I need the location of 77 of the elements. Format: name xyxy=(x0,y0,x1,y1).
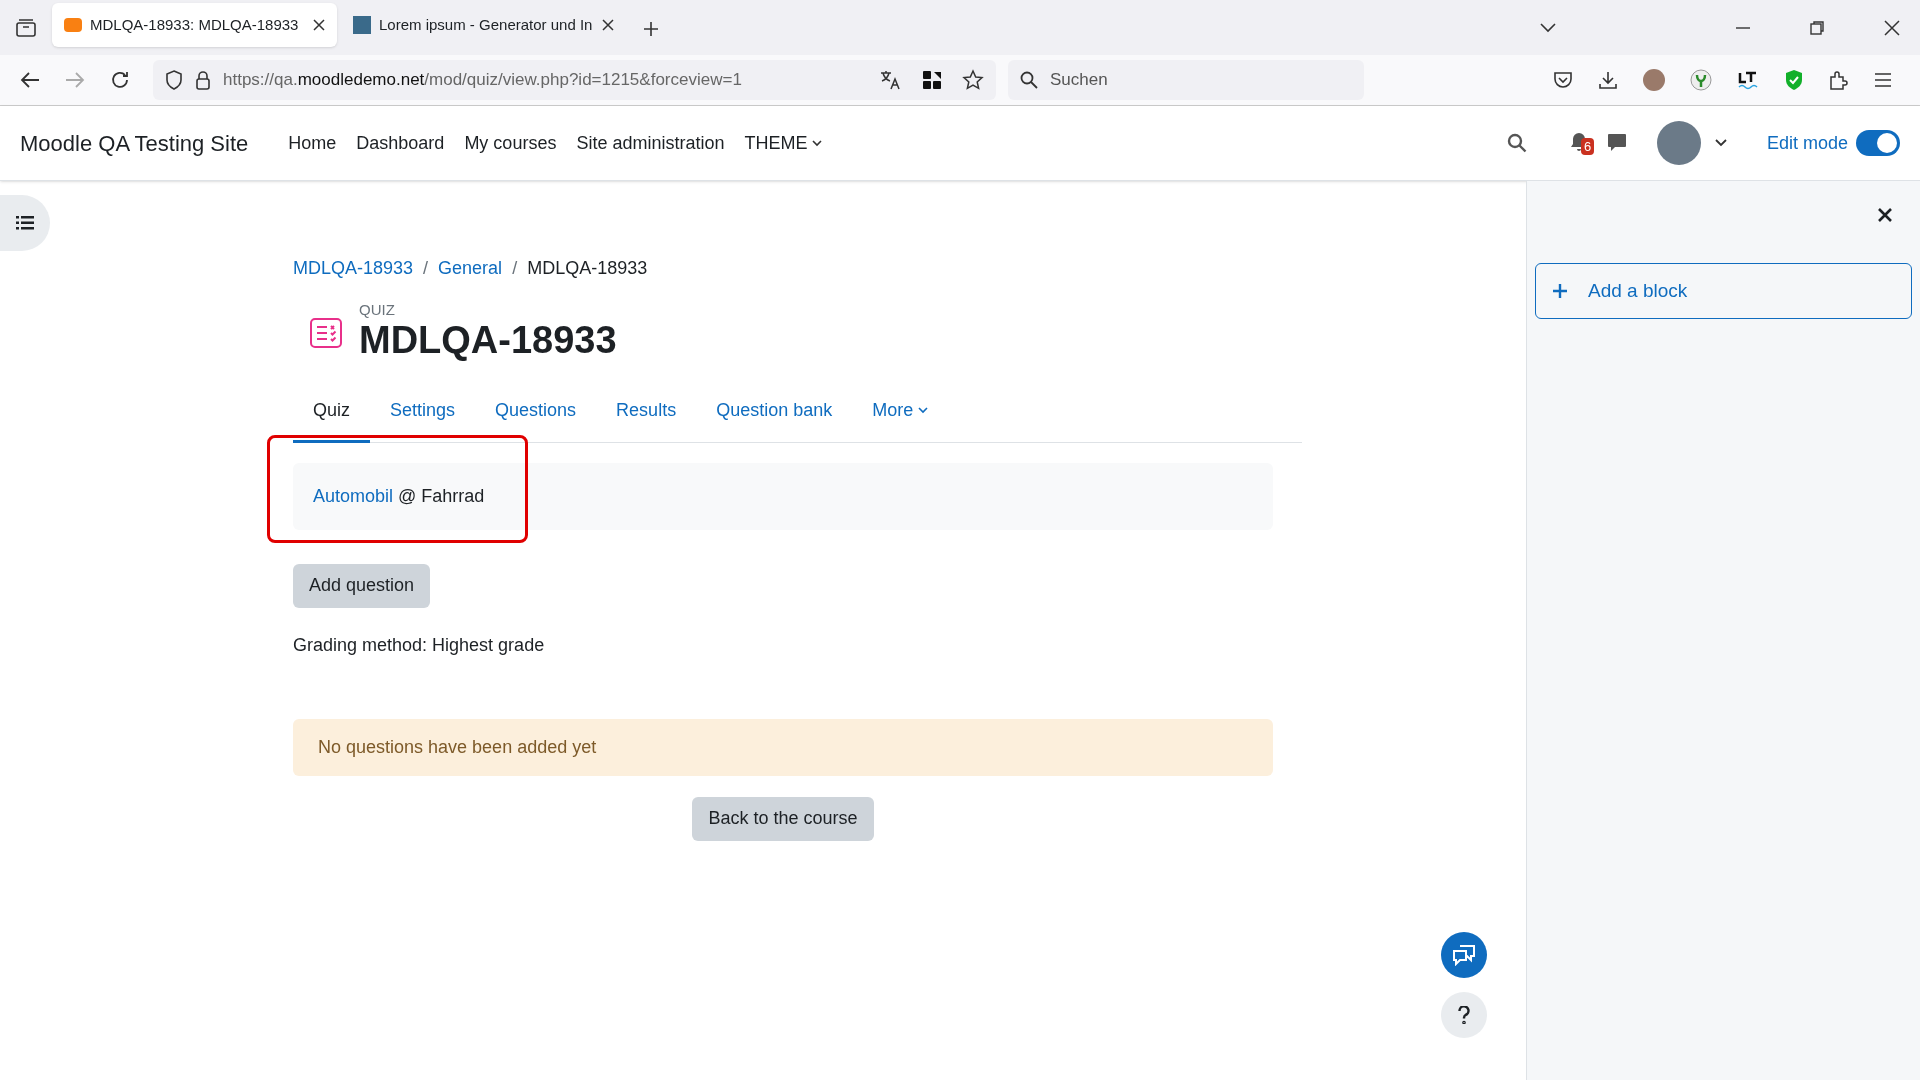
tab-title: Lorem ipsum - Generator und In xyxy=(379,14,594,35)
close-icon[interactable] xyxy=(1878,208,1892,222)
grading-method-text: Grading method: Highest grade xyxy=(293,633,546,657)
alert-text: No questions have been added yet xyxy=(318,735,597,759)
browser-tab[interactable]: MDLQA-18933: MDLQA-18933 xyxy=(52,3,337,47)
close-icon[interactable] xyxy=(602,19,614,31)
reload-icon[interactable] xyxy=(110,70,130,90)
nav-tab[interactable]: Settings xyxy=(370,384,476,443)
activity-type-label: QUIZ xyxy=(359,302,396,317)
plus-icon xyxy=(1552,283,1568,299)
back-to-course-button[interactable]: Back to the course xyxy=(692,796,874,841)
nav-tab[interactable]: Quiz xyxy=(293,384,370,443)
chevron-down-icon[interactable] xyxy=(1540,22,1556,33)
nav-tab[interactable]: Results xyxy=(596,384,697,443)
help-button[interactable] xyxy=(1441,992,1487,1038)
nav-tab[interactable]: Question bank xyxy=(696,384,853,443)
chat-bubble-icon[interactable] xyxy=(1606,133,1627,153)
puzzle-icon[interactable] xyxy=(1829,69,1849,91)
star-icon[interactable] xyxy=(962,69,984,91)
favicon-icon xyxy=(353,16,371,34)
pocket-icon[interactable] xyxy=(1553,70,1573,90)
current-page-label: MDLQA-18933 xyxy=(527,257,648,280)
breadcrumb-link[interactable]: MDLQA-18933 xyxy=(293,255,414,282)
nav-link[interactable]: My courses xyxy=(464,129,557,157)
category-path: Automobil @ Fahrrad xyxy=(313,484,485,508)
lock-icon xyxy=(195,70,211,90)
restore-icon[interactable] xyxy=(1810,20,1824,35)
nav-link[interactable]: THEME xyxy=(744,129,823,157)
search-icon[interactable] xyxy=(1506,133,1527,153)
chevron-down-icon[interactable] xyxy=(1714,139,1727,147)
search-icon xyxy=(1020,71,1038,89)
nav-link[interactable]: Dashboard xyxy=(356,129,445,157)
back-arrow-icon[interactable] xyxy=(20,71,40,89)
breadcrumb-separator: / xyxy=(423,257,429,280)
browser-tab[interactable]: Lorem ipsum - Generator und In xyxy=(341,3,626,47)
tab-list-icon[interactable] xyxy=(15,17,37,38)
edit-mode-toggle[interactable] xyxy=(1856,130,1900,156)
url-bar[interactable]: https://qa.moodledemo.net/mod/quiz/view.php?id=1215&forceview=1 xyxy=(153,60,996,100)
nav-link[interactable]: Site administration xyxy=(576,129,725,157)
add-question-button[interactable]: Add question xyxy=(293,563,431,608)
shield-check-icon[interactable] xyxy=(1784,69,1804,91)
profile-avatar[interactable] xyxy=(1643,69,1665,91)
translate-icon[interactable] xyxy=(880,70,902,90)
nav-tab[interactable]: More xyxy=(852,384,949,443)
chevron-down-icon xyxy=(918,406,929,414)
breadcrumb-separator: / xyxy=(512,257,518,280)
add-block-button[interactable]: Add a block xyxy=(1535,263,1912,319)
page-title: MDLQA-18933 xyxy=(359,318,617,363)
chat-icon xyxy=(1451,944,1477,966)
nav-link[interactable]: Home xyxy=(288,129,337,157)
chevron-down-icon xyxy=(812,139,823,147)
search-field[interactable]: Suchen xyxy=(1008,60,1364,100)
close-icon[interactable] xyxy=(1884,19,1900,36)
favicon-icon xyxy=(64,18,82,32)
question-mark-icon xyxy=(1458,1006,1470,1024)
list-icon xyxy=(16,215,34,231)
close-icon[interactable] xyxy=(313,19,325,31)
course-index-toggle[interactable] xyxy=(0,195,50,251)
shield-icon xyxy=(165,70,183,90)
notification-count: 6 xyxy=(1580,138,1595,155)
user-avatar[interactable] xyxy=(1656,121,1701,165)
nav-tab[interactable]: Questions xyxy=(475,384,597,443)
edit-mode-label: Edit mode xyxy=(1766,131,1848,155)
url-text: https://qa.moodledemo.net/mod/quiz/view.php?id=1215&forceview=1 xyxy=(223,69,742,92)
menu-icon[interactable] xyxy=(1874,72,1892,88)
grid-icon[interactable] xyxy=(922,70,942,90)
extension-icon[interactable] xyxy=(1690,69,1712,91)
minimize-icon[interactable] xyxy=(1736,26,1750,29)
site-name[interactable]: Moodle QA Testing Site xyxy=(20,126,249,160)
breadcrumb-link[interactable]: General xyxy=(438,255,503,282)
download-icon[interactable] xyxy=(1598,70,1618,90)
chat-button[interactable] xyxy=(1441,932,1487,978)
language-tool-icon[interactable] xyxy=(1737,69,1759,91)
new-tab-icon[interactable] xyxy=(642,20,660,38)
category-link[interactable]: Automobil xyxy=(313,485,394,506)
tab-title: MDLQA-18933: MDLQA-18933 xyxy=(90,14,300,35)
quiz-icon xyxy=(310,318,342,349)
